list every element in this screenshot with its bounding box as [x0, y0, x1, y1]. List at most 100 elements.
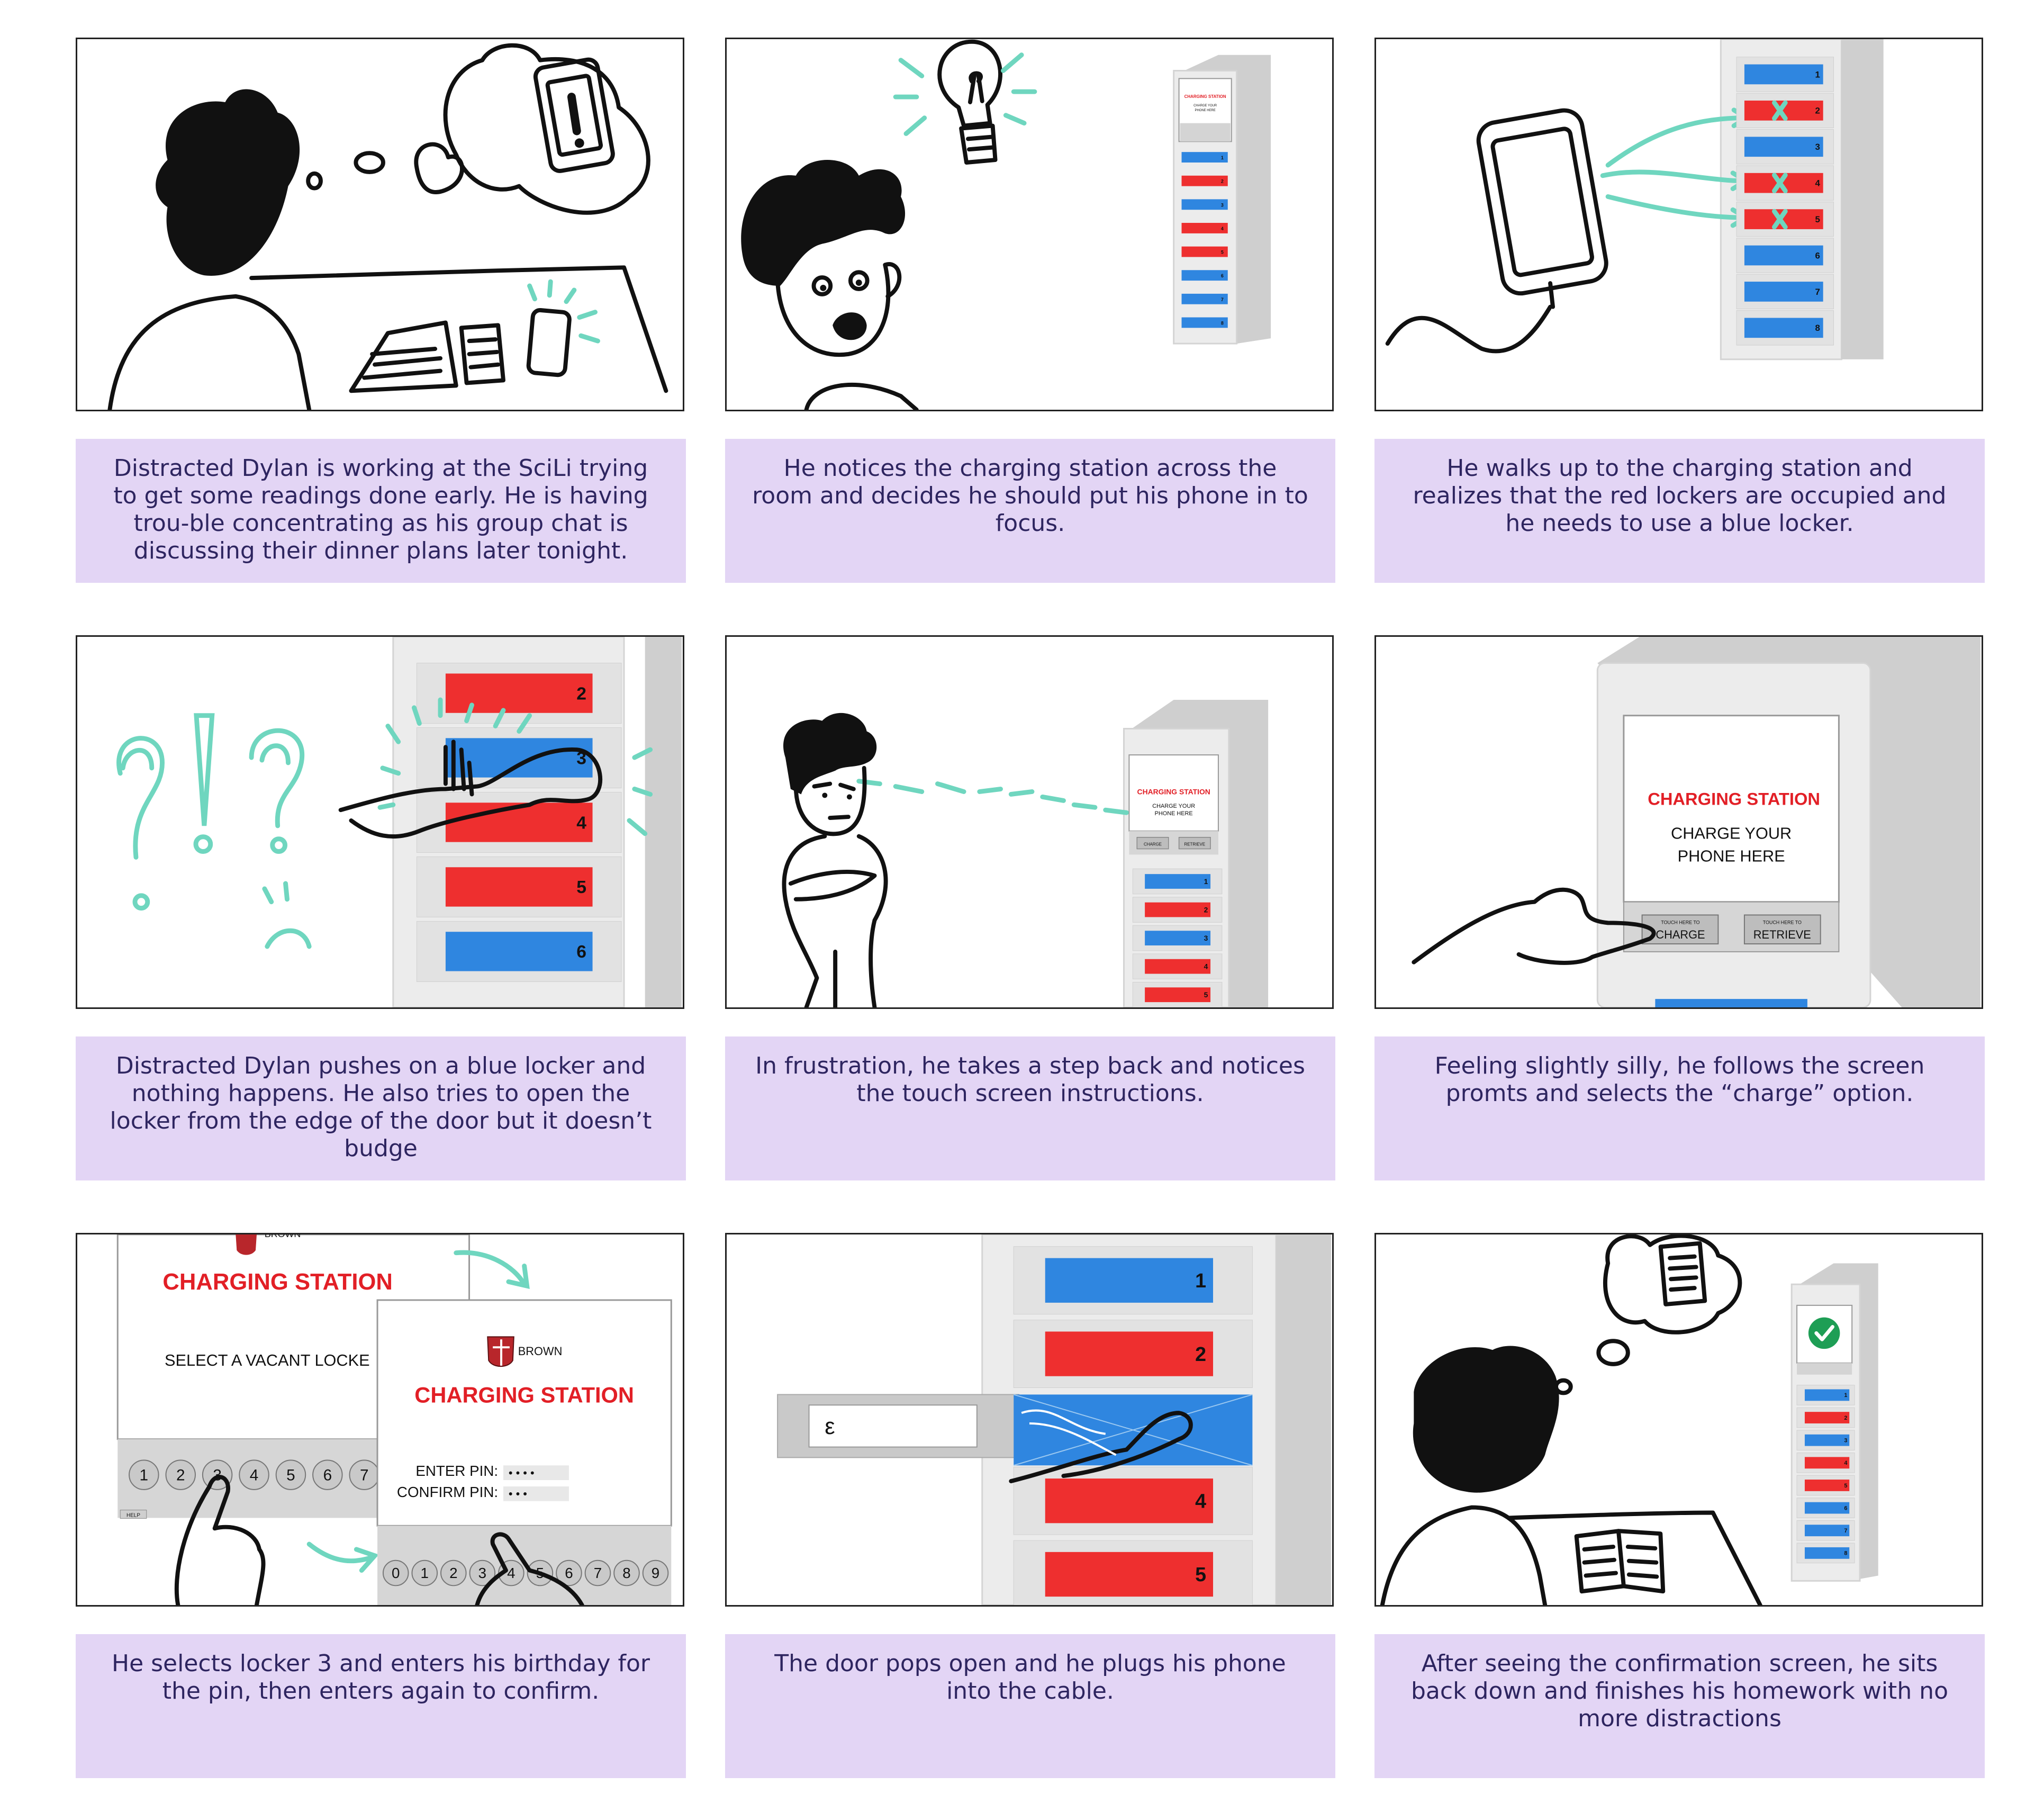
- keypad-key-label-2: 2: [176, 1467, 185, 1484]
- touch-screen: [1623, 715, 1840, 903]
- caption-panel-4: Distracted Dylan pushes on a blue locker…: [76, 1036, 686, 1180]
- medium-screen-title: CHARGING STATION: [1137, 787, 1210, 796]
- locker-number-4: 4: [1204, 962, 1208, 971]
- charge-label: CHARGE: [1656, 928, 1705, 941]
- caption-panel-3: He walks up to the charging station and …: [1374, 439, 1985, 583]
- locker-1-vacant[interactable]: [1045, 1258, 1214, 1303]
- locker-3-vacant[interactable]: [1145, 931, 1211, 946]
- locker-number-5: 5: [1844, 1483, 1847, 1489]
- locker-6-vacant[interactable]: [1744, 245, 1823, 266]
- locker-7-vacant[interactable]: [1744, 282, 1823, 302]
- desk-edge: [249, 265, 668, 393]
- locker-number-1: 1: [1844, 1392, 1847, 1399]
- locker-1-vacant[interactable]: [1804, 1389, 1850, 1401]
- lightbulb-icon: [893, 39, 1037, 165]
- confirm-pin-dots: • • •: [509, 1488, 527, 1501]
- flow-arrow-bottom: [306, 1541, 379, 1573]
- panel-1-illustration: [107, 43, 668, 410]
- locker-number-7: 7: [1815, 287, 1820, 297]
- keypad-key-label-3: 3: [478, 1565, 486, 1581]
- locker-6-vacant[interactable]: [445, 932, 593, 971]
- locker-number-4: 4: [1221, 226, 1224, 231]
- charge-hint: TOUCH HERE TO: [1661, 919, 1699, 925]
- keypad-key-label-2: 2: [449, 1565, 457, 1581]
- locker-number-5: 5: [1195, 1563, 1206, 1585]
- keypad-key-label-0: 0: [392, 1565, 400, 1581]
- storyboard-panel-5: CHARGING STATION CHARGE YOUR PHONE HERE …: [725, 635, 1334, 1009]
- locker-3-vacant[interactable]: [1804, 1434, 1850, 1446]
- locker-5-occupied[interactable]: [1145, 987, 1211, 1003]
- storyboard-panel-4: 23456: [76, 635, 684, 1009]
- dylan-shoulders: [107, 294, 312, 410]
- locker-3-vacant[interactable]: [1744, 137, 1823, 157]
- locker-1-vacant[interactable]: [1744, 64, 1823, 85]
- medium-retrieve-label: RETRIEVE: [1184, 842, 1206, 847]
- locker-number-1: 1: [1815, 69, 1820, 79]
- locker-number-6: 6: [1815, 250, 1820, 260]
- caption-panel-7: He selects locker 3 and enters his birth…: [76, 1634, 686, 1778]
- screen-title: CHARGING STATION: [1648, 789, 1820, 808]
- select-vacant-prompt: SELECT A VACANT LOCKE: [165, 1351, 370, 1369]
- keypad-key-label-7: 7: [360, 1467, 369, 1484]
- locker-4-occupied[interactable]: [1804, 1457, 1850, 1469]
- paper-icon: [1658, 1241, 1707, 1306]
- enter-pin-dots: • • • •: [509, 1466, 535, 1480]
- medium-charge-label: CHARGE: [1144, 842, 1162, 847]
- locker-number-5: 5: [576, 877, 586, 897]
- caption-panel-8: The door pops open and he plugs his phon…: [725, 1634, 1335, 1778]
- locker-number-7: 7: [1844, 1528, 1847, 1534]
- locker-1-vacant[interactable]: [1145, 874, 1211, 889]
- locker-4-occupied[interactable]: [1145, 959, 1211, 974]
- locker-number-8: 8: [1815, 323, 1820, 333]
- locker-number-5: 5: [1221, 250, 1224, 255]
- storyboard-panel-1: [76, 38, 684, 411]
- dylan-shoulders: [1380, 1505, 1548, 1605]
- panel-3-illustration: 1 2 3 4 5 6 7 8: [1385, 39, 1884, 360]
- retrieve-hint: TOUCH HERE TO: [1763, 919, 1802, 925]
- locker-5-occupied[interactable]: [445, 867, 593, 907]
- locker-number-1: 1: [1221, 155, 1224, 160]
- medium-screen-line2: PHONE HERE: [1155, 810, 1193, 817]
- panel-4-illustration: 23456: [116, 637, 682, 1007]
- panel-7-illustration: BROWN CHARGING STATION SELECT A VACANT L…: [116, 1234, 672, 1605]
- thought-dot-medium: [1596, 1339, 1630, 1366]
- locker-6-vacant[interactable]: [1804, 1502, 1850, 1514]
- locker-number-5: 5: [1204, 990, 1208, 999]
- storyboard-panel-3: 1 2 3 4 5 6 7 8: [1374, 38, 1983, 411]
- locker-number-4: 4: [1195, 1490, 1206, 1512]
- locker-3-vacant[interactable]: [445, 738, 593, 778]
- locker-number-6: 6: [1844, 1505, 1847, 1511]
- cable-slot-glyph: ε: [825, 1414, 835, 1439]
- locker-5-occupied[interactable]: [1045, 1552, 1214, 1597]
- locker-number-6: 6: [576, 942, 586, 962]
- open-book-icon: [1574, 1529, 1666, 1594]
- line-of-sight-dashes: [856, 779, 1129, 815]
- locker-8-vacant[interactable]: [1744, 318, 1823, 338]
- locker-4-occupied[interactable]: [1045, 1479, 1214, 1523]
- dylan-head-silhouette: [156, 89, 300, 276]
- caption-panel-2: He notices the charging station across t…: [725, 439, 1335, 583]
- locker-2-occupied[interactable]: [445, 673, 593, 713]
- screen-line2: PHONE HERE: [1678, 846, 1785, 865]
- locker-2-occupied[interactable]: [1145, 902, 1211, 917]
- storyboard-panel-8: 1 2 4 5 ε: [725, 1233, 1334, 1607]
- locker-8-vacant[interactable]: [1804, 1547, 1850, 1559]
- locker-5-occupied[interactable]: [1804, 1480, 1850, 1491]
- locker-7-vacant[interactable]: [1804, 1525, 1850, 1537]
- locker-2-occupied[interactable]: [1045, 1331, 1214, 1376]
- keypad-key-label-8: 8: [622, 1565, 630, 1581]
- retrieve-label: RETRIEVE: [1753, 928, 1811, 941]
- keypad-key-label-7: 7: [594, 1565, 602, 1581]
- locker-2-occupied[interactable]: [1804, 1412, 1850, 1423]
- locker-number-8: 8: [1844, 1550, 1847, 1557]
- dylan-surprised-face: [741, 160, 919, 410]
- locker-number-8: 8: [1221, 320, 1224, 326]
- brand-back: BROWN: [265, 1234, 301, 1239]
- locker-number-4: 4: [1815, 178, 1820, 188]
- locker-number-3: 3: [1844, 1437, 1847, 1444]
- thought-bubble: [443, 43, 650, 215]
- panel-5-locker-column: 1 2 3 4 5: [1132, 868, 1223, 1007]
- locker-number-2: 2: [1844, 1415, 1847, 1421]
- keypad-key-label-5: 5: [286, 1467, 295, 1484]
- keypad-key-label-1: 1: [140, 1467, 149, 1484]
